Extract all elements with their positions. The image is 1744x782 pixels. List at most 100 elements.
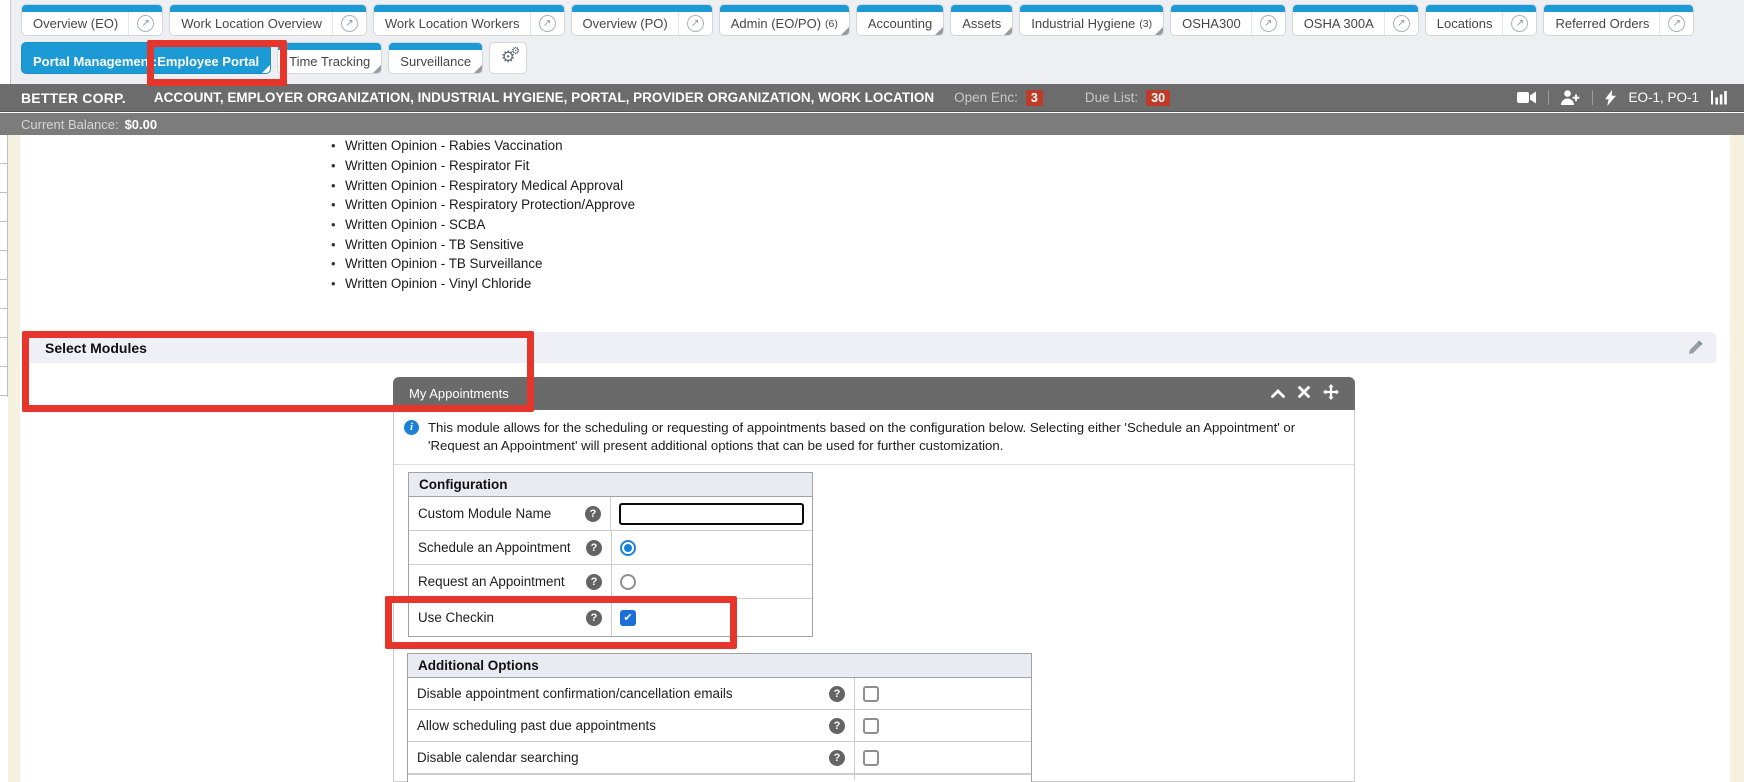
close-icon (1298, 386, 1310, 398)
tab-top-strip (1020, 5, 1163, 12)
tab-label: OSHA300 (1182, 16, 1241, 31)
disable-confirmation-emails-checkbox[interactable]: ✔ (863, 686, 879, 702)
company-name: BETTER CORP. (21, 90, 126, 106)
tab-top-strip (22, 5, 162, 12)
clipped-next-row (408, 774, 1031, 780)
question-icon[interactable]: ? (586, 540, 602, 556)
collapse-button[interactable] (1271, 386, 1285, 401)
list-item: •Written Opinion - SCBA (331, 215, 635, 235)
table-row-disable-confirmation-emails: Disable appointment confirmation/cancell… (408, 678, 1031, 710)
edit-modules-button[interactable] (1687, 339, 1704, 356)
open-in-new-button[interactable]: ↗ (332, 12, 366, 35)
primary-tab-bar: Overview (EO) ↗ Work Location Overview ↗… (21, 4, 1694, 36)
tab-admin-eo-po[interactable]: Admin (EO/PO)(6) (719, 4, 850, 36)
move-handle[interactable] (1323, 384, 1339, 403)
row-label: Use Checkin (418, 610, 494, 625)
panel-controls (1271, 384, 1339, 403)
tab-industrial-hygiene[interactable]: Industrial Hygiene(3) (1019, 4, 1164, 36)
open-enc-badge[interactable]: 3 (1026, 90, 1043, 106)
tab-label: Assets (962, 16, 1001, 31)
move-icon (1323, 384, 1339, 400)
lightning-icon[interactable] (1605, 90, 1616, 106)
tab-label: Work Location Overview (181, 16, 322, 31)
tab-work-location-workers[interactable]: Work Location Workers ↗ (373, 4, 565, 36)
open-encounters-counter[interactable]: Open Enc: 3 (954, 90, 1043, 106)
open-in-new-button[interactable]: ↗ (530, 12, 564, 35)
external-link-icon: ↗ (1393, 15, 1410, 32)
allow-past-due-checkbox[interactable]: ✔ (863, 718, 879, 734)
open-in-new-button[interactable]: ↗ (678, 12, 712, 35)
row-label: Custom Module Name (418, 506, 551, 521)
due-list-counter[interactable]: Due List: 30 (1063, 90, 1170, 106)
divider (1548, 90, 1549, 105)
tab-osha300[interactable]: OSHA300 ↗ (1170, 4, 1286, 36)
tab-count: (3) (1139, 18, 1152, 30)
open-in-new-button[interactable]: ↗ (128, 12, 162, 35)
tab-time-tracking[interactable]: Time Tracking (277, 42, 382, 74)
external-link-icon: ↗ (1511, 15, 1528, 32)
info-icon: i (404, 420, 419, 435)
bullet-icon: • (331, 178, 345, 193)
tab-accounting[interactable]: Accounting (856, 4, 944, 36)
context-categories: ACCOUNT, EMPLOYER ORGANIZATION, INDUSTRI… (154, 90, 934, 105)
configuration-table: Configuration Custom Module Name? Schedu… (408, 472, 813, 637)
custom-module-name-input[interactable] (619, 503, 804, 525)
tab-overview-eo[interactable]: Overview (EO) ↗ (21, 4, 163, 36)
due-list-badge[interactable]: 30 (1146, 90, 1170, 106)
tab-top-strip (857, 5, 943, 12)
secondary-tab-bar: Portal Management:Employee Portal Time T… (21, 42, 527, 74)
question-icon[interactable]: ? (829, 750, 845, 766)
tab-surveillance[interactable]: Surveillance (388, 42, 483, 74)
tab-label: Work Location Workers (385, 16, 520, 31)
panel-header[interactable]: My Appointments (393, 377, 1355, 410)
balance-value: $0.00 (125, 117, 158, 132)
list-item: •Written Opinion - Respiratory Medical A… (331, 175, 635, 195)
row-label: Disable appointment confirmation/cancell… (417, 686, 733, 701)
tab-osha-300a[interactable]: OSHA 300A ↗ (1292, 4, 1419, 36)
bar-chart-icon[interactable] (1711, 90, 1728, 105)
add-person-icon[interactable] (1561, 90, 1580, 105)
tab-top-strip (170, 5, 366, 12)
tab-label: Admin (EO/PO) (731, 16, 821, 31)
question-icon[interactable]: ? (586, 574, 602, 590)
right-edge-strip[interactable] (1730, 135, 1744, 782)
table-row-disable-calendar-searching: Disable calendar searching? ✔ (408, 742, 1031, 774)
tab-portal-management-employee-portal[interactable]: Portal Management:Employee Portal (21, 42, 271, 74)
tab-settings-button[interactable]: ⚙ ⚙ (489, 42, 527, 74)
use-checkin-checkbox[interactable]: ✔ (620, 610, 636, 626)
tab-assets[interactable]: Assets (950, 4, 1013, 36)
tab-locations[interactable]: Locations ↗ (1425, 4, 1538, 36)
tab-overview-po[interactable]: Overview (PO) ↗ (571, 4, 713, 36)
panel-title: My Appointments (409, 386, 509, 401)
tab-label: Referred Orders (1555, 16, 1649, 31)
tab-work-location-overview[interactable]: Work Location Overview ↗ (169, 4, 367, 36)
tab-top-strip (572, 5, 712, 12)
tab-top-strip (1426, 5, 1537, 12)
left-edge-strip (8, 135, 20, 782)
row-label: Disable calendar searching (417, 750, 579, 765)
tab-top-strip (389, 43, 482, 50)
schedule-appointment-radio[interactable] (620, 540, 636, 556)
question-icon[interactable]: ? (829, 686, 845, 702)
collapse-icon (1271, 389, 1285, 398)
video-camera-icon[interactable] (1517, 91, 1536, 104)
tab-referred-orders[interactable]: Referred Orders ↗ (1543, 4, 1694, 36)
close-button[interactable] (1298, 386, 1310, 401)
left-edge-grid-rail (0, 135, 8, 397)
app-screen: Overview (EO) ↗ Work Location Overview ↗… (0, 0, 1744, 782)
bullet-icon: • (331, 256, 345, 271)
open-in-new-button[interactable]: ↗ (1659, 12, 1693, 35)
question-icon[interactable]: ? (829, 718, 845, 734)
select-modules-header: Select Modules (21, 332, 1716, 363)
open-in-new-button[interactable]: ↗ (1502, 12, 1536, 35)
request-appointment-radio[interactable] (620, 574, 636, 590)
tab-label: Portal Management (33, 54, 153, 69)
open-in-new-button[interactable]: ↗ (1251, 12, 1285, 35)
tab-top-strip (1544, 5, 1693, 12)
question-icon[interactable]: ? (585, 506, 601, 522)
list-item: •Written Opinion - TB Surveillance (331, 254, 635, 274)
balance-bar: Current Balance: $0.00 (0, 113, 1744, 135)
disable-calendar-searching-checkbox[interactable]: ✔ (863, 750, 879, 766)
question-icon[interactable]: ? (586, 610, 602, 626)
open-in-new-button[interactable]: ↗ (1384, 12, 1418, 35)
